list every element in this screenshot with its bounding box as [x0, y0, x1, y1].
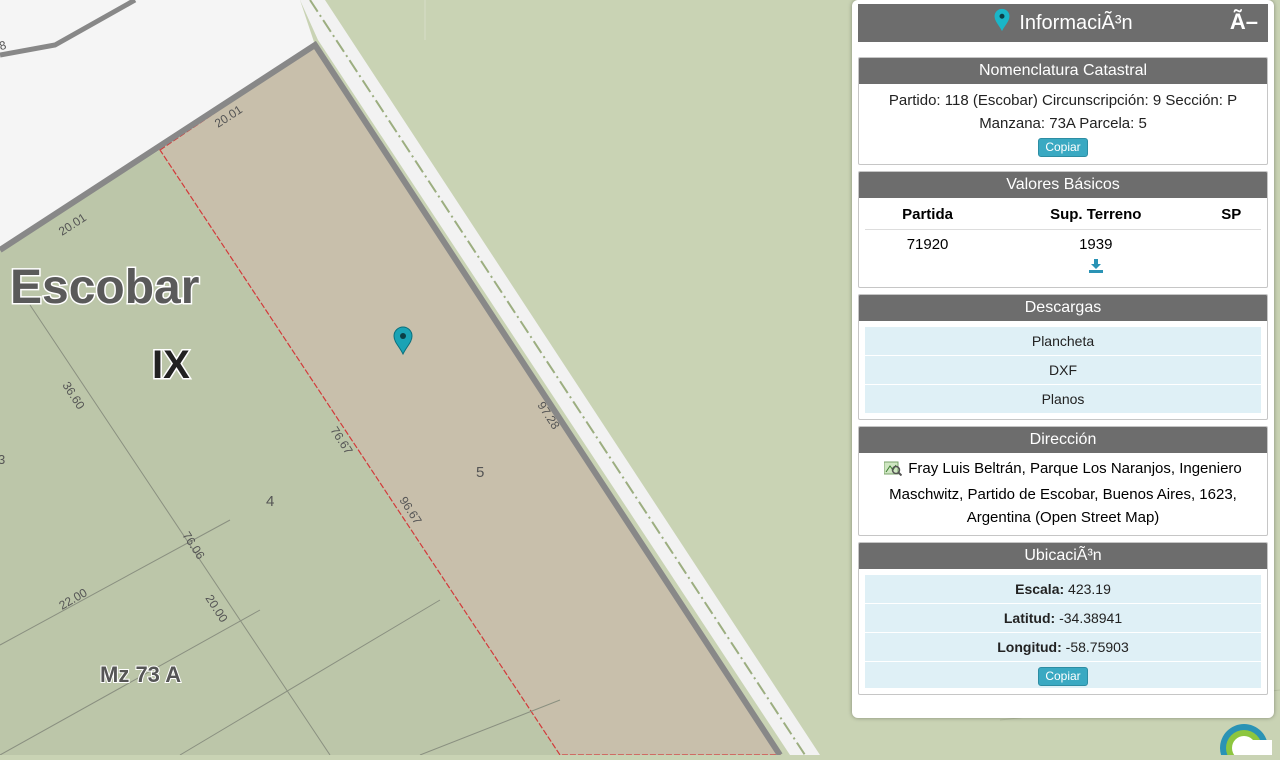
longitud-label: Longitud: [997, 639, 1062, 655]
valores-table: Partida Sup. Terreno SP 71920 1939 [865, 198, 1261, 279]
copy-ubicacion-button[interactable]: Copiar [1038, 667, 1088, 686]
info-panel-header: InformaciÃ³n Ã– [858, 4, 1268, 42]
ubicacion-title: UbicaciÃ³n [859, 543, 1267, 569]
nomenclatura-section: Nomenclatura Catastral Partido: 118 (Esc… [858, 57, 1268, 165]
download-planos-link[interactable]: Planos [865, 385, 1261, 413]
table-row: 71920 1939 [865, 230, 1261, 256]
parcel-4-label: 4 [266, 493, 274, 510]
dim-label-3: 3 [0, 452, 5, 467]
nomenclatura-title: Nomenclatura Catastral [859, 58, 1267, 84]
cell-sup-terreno: 1939 [1079, 236, 1113, 253]
block-label: Mz 73 A [100, 662, 181, 687]
zone-label: IX [152, 343, 190, 387]
collapse-button[interactable]: Ã– [1230, 9, 1258, 35]
valores-section: Valores Básicos Partida Sup. Terreno SP … [858, 171, 1268, 288]
escala-label: Escala: [1015, 581, 1065, 597]
longitud-row: Longitud: -58.75903 [865, 633, 1261, 662]
info-panel: InformaciÃ³n Ã– Nomenclatura Catastral P… [852, 0, 1274, 718]
ubicacion-list: Escala: 423.19 Latitud: -34.38941 Longit… [865, 575, 1261, 688]
escala-row: Escala: 423.19 [865, 575, 1261, 604]
latitud-label: Latitud: [1003, 610, 1056, 626]
valores-header-row: Partida Sup. Terreno SP [865, 198, 1261, 230]
direccion-title: Dirección [859, 427, 1267, 453]
cell-partida: 71920 [906, 236, 949, 253]
ubicacion-section: UbicaciÃ³n Escala: 423.19 Latitud: -34.3… [858, 542, 1268, 695]
latitud-value: -34.38941 [1059, 610, 1123, 626]
copy-nomenclatura-button[interactable]: Copiar [1038, 138, 1088, 157]
latitud-row: Latitud: -34.38941 [865, 604, 1261, 633]
col-sp: SP [1201, 198, 1261, 230]
escala-value: 423.19 [1068, 581, 1111, 597]
nomenclatura-line1: Partido: 118 (Escobar) Circunscripción: … [888, 92, 1238, 109]
download-icon[interactable] [1088, 259, 1104, 277]
place-name-label: Escobar [10, 261, 199, 314]
col-sup-terreno: Sup. Terreno [990, 198, 1202, 230]
longitud-value: -58.75903 [1065, 639, 1129, 655]
col-partida: Partida [865, 198, 991, 230]
info-panel-title: InformaciÃ³n [1019, 11, 1133, 34]
logo-icon [1212, 716, 1272, 760]
location-pin-icon [993, 8, 1011, 38]
address-text: Fray Luis Beltrán, Parque Los Naranjos, … [889, 460, 1242, 526]
descargas-list: Plancheta DXF Planos [865, 327, 1261, 413]
nomenclatura-line2: Manzana: 73A Parcela: 5 [979, 115, 1147, 132]
parcel-5-label: 5 [476, 464, 484, 481]
valores-title: Valores Básicos [859, 172, 1267, 198]
download-dxf-link[interactable]: DXF [865, 356, 1261, 385]
direccion-section: Dirección Fray Luis Beltrán, Parque Los … [858, 426, 1268, 536]
descargas-title: Descargas [859, 295, 1267, 321]
map-search-icon[interactable] [883, 460, 903, 483]
descargas-section: Descargas Plancheta DXF Planos [858, 294, 1268, 420]
download-plancheta-link[interactable]: Plancheta [865, 327, 1261, 356]
cell-sp [1201, 230, 1261, 256]
